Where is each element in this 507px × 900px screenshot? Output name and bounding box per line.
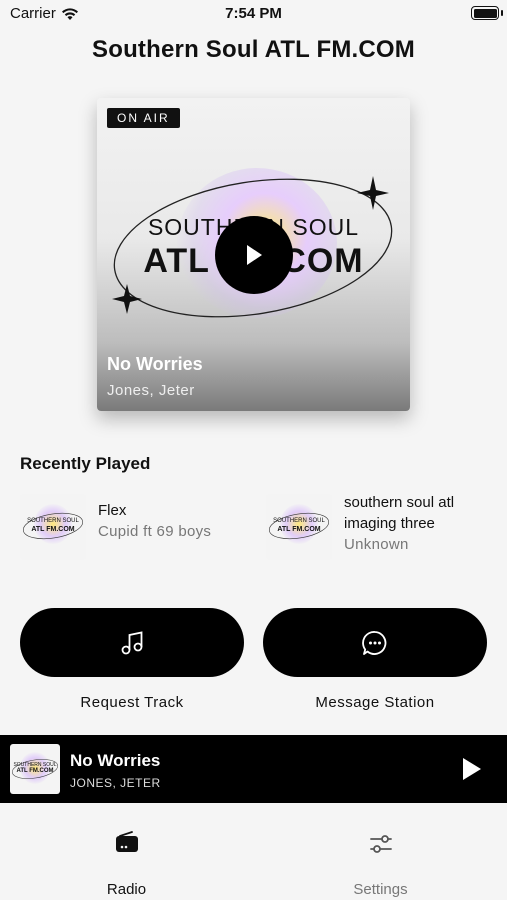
request-track-button[interactable]: [20, 608, 244, 677]
tab-settings[interactable]: Settings: [254, 803, 507, 900]
on-air-badge: ON AIR: [107, 108, 180, 128]
station-title: Southern Soul ATL FM.COM: [92, 36, 415, 63]
play-icon: [247, 245, 262, 265]
tab-settings-label: Settings: [353, 881, 408, 898]
tab-radio-label: Radio: [106, 881, 147, 898]
track-title-line1: southern soul atl: [344, 494, 455, 511]
battery-cap: [501, 10, 503, 16]
mini-player-thumbnail: SOUTHERN SOUL ATL FM.COM: [10, 744, 60, 794]
now-playing-artwork: ON AIR SOUTHERN SOUL ATL FM.COM No Worri…: [97, 98, 410, 411]
status-bar: Carrier 7:54 PM: [0, 0, 507, 28]
track-title: Flex: [98, 502, 127, 519]
play-button[interactable]: [215, 216, 293, 294]
tab-bar: Radio Settings: [0, 803, 507, 900]
track-thumbnail: SOUTHERN SOUL ATL FM.COM: [266, 494, 332, 560]
tab-radio[interactable]: Radio: [0, 803, 253, 900]
recently-played-heading: Recently Played: [20, 454, 151, 473]
track-artist: Cupid ft 69 boys: [98, 523, 212, 540]
now-playing-title: No Worries: [107, 354, 203, 374]
mini-player-artist: JONES, JETER: [70, 776, 161, 790]
track-title-line2: imaging three: [344, 515, 435, 532]
message-station-label: Message Station: [315, 694, 435, 711]
battery-icon: [471, 6, 499, 20]
sliders-icon: [370, 835, 392, 853]
track-thumbnail: SOUTHERN SOUL ATL FM.COM: [20, 494, 86, 560]
mini-player-title: No Worries: [70, 751, 161, 770]
message-station-button[interactable]: [263, 608, 487, 677]
clock: 7:54 PM: [225, 5, 282, 22]
recent-track-item[interactable]: SOUTHERN SOUL ATL FM.COM southern soul a…: [266, 494, 454, 560]
request-track-label: Request Track: [80, 694, 184, 711]
track-artist: Unknown: [344, 536, 409, 553]
chat-bubble-icon: [362, 630, 387, 655]
recent-track-item[interactable]: SOUTHERN SOUL ATL FM.COM Flex Cupid ft 6…: [20, 494, 211, 560]
mini-play-icon[interactable]: [457, 755, 485, 783]
radio-icon: [116, 831, 138, 852]
music-note-icon: [121, 630, 143, 654]
now-playing-artist: Jones, Jeter: [107, 382, 195, 399]
mini-player[interactable]: SOUTHERN SOUL ATL FM.COM No Worries JONE…: [0, 735, 507, 803]
